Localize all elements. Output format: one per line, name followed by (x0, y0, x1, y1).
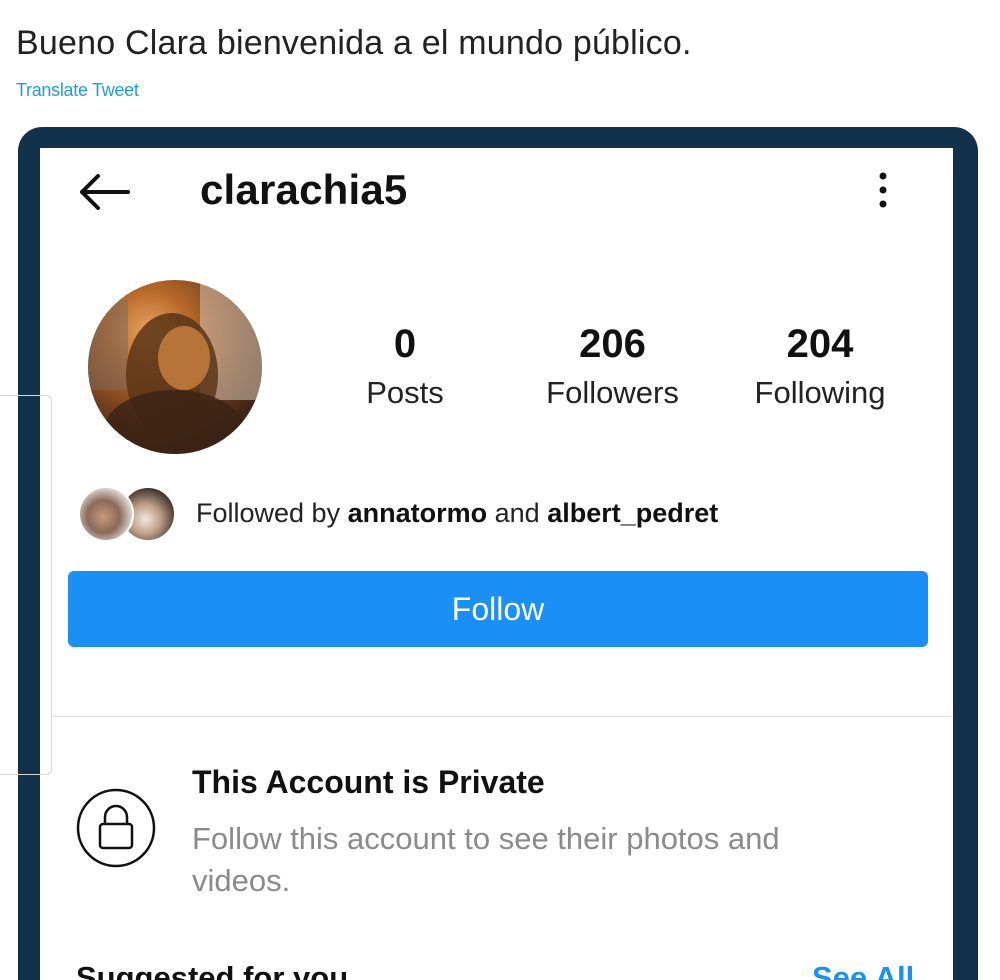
posts-count: 0 (393, 322, 417, 366)
followed-by-text[interactable]: Followed by annatormo and albert_pedret (196, 498, 718, 529)
private-account-description: Follow this account to see their photos … (192, 821, 780, 898)
followers-count: 206 (579, 322, 646, 366)
instagram-profile-screen: clarachia5 0 Posts 206 Followers 204 Fol… (40, 148, 953, 980)
translate-tweet-link[interactable]: Translate Tweet (16, 80, 139, 101)
followed-by-user-1: annatormo (347, 498, 488, 528)
background-card-edge (0, 395, 52, 775)
more-vertical-icon[interactable] (870, 170, 896, 210)
lock-icon (76, 788, 156, 868)
see-all-link[interactable]: See All (812, 960, 914, 980)
profile-avatar[interactable] (88, 280, 262, 454)
follow-button[interactable]: Follow (68, 571, 928, 647)
suggested-for-you-title: Suggested for you (76, 960, 349, 980)
stat-following[interactable]: 204 Following (740, 322, 900, 411)
arrow-left-icon[interactable] (76, 172, 132, 212)
followed-by-prefix: Followed by (196, 498, 341, 528)
section-divider (52, 716, 953, 717)
following-label: Following (754, 375, 886, 410)
stat-posts: 0 Posts (350, 322, 460, 411)
followed-by-and: and (494, 498, 540, 528)
stat-followers[interactable]: 206 Followers (530, 322, 695, 411)
private-account-title: This Account is Private (192, 764, 545, 800)
tweet-text: Bueno Clara bienvenida a el mundo públic… (16, 24, 692, 62)
following-count: 204 (786, 322, 854, 366)
profile-username: clarachia5 (200, 166, 408, 213)
followed-by-user-2: albert_pedret (547, 498, 719, 528)
posts-label: Posts (366, 375, 444, 410)
followers-label: Followers (546, 375, 679, 410)
follower-avatar-1 (78, 486, 134, 542)
